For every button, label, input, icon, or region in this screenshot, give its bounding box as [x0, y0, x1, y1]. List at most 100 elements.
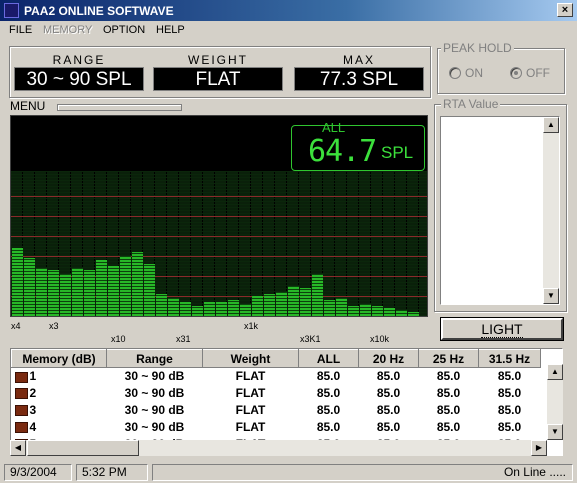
- table-row[interactable]: 3 30 ~ 90 dB FLAT 85.0 85.0 85.0 85.0: [12, 402, 541, 419]
- spectrum-bar: [156, 294, 167, 316]
- spectrum-bar: [216, 302, 227, 316]
- close-button[interactable]: ×: [557, 3, 573, 17]
- column-header-20hz[interactable]: 20 Hz: [358, 349, 419, 368]
- memory-slot-icon: [14, 422, 28, 434]
- scroll-up-icon[interactable]: ▲: [547, 364, 563, 380]
- menu-group-divider: [57, 104, 182, 111]
- cell-all: 85.0: [316, 420, 341, 434]
- freq-label: x10: [111, 334, 126, 344]
- spectrum-bar: [372, 306, 383, 316]
- menu-memory[interactable]: MEMORY: [43, 24, 92, 36]
- column-header-25hz[interactable]: 25 Hz: [418, 349, 479, 368]
- peak-hold-off-radio[interactable]: OFF: [510, 66, 550, 80]
- spectrum-bar: [276, 292, 287, 316]
- table-header: Memory (dB) Range Weight ALL 20 Hz 25 Hz…: [11, 349, 541, 368]
- cell-25hz: 85.0: [436, 420, 461, 434]
- peak-hold-on-radio[interactable]: ON: [449, 66, 483, 80]
- memory-slot: 2: [29, 386, 37, 400]
- table-row[interactable]: 2 30 ~ 90 dB FLAT 85.0 85.0 85.0 85.0: [12, 385, 541, 402]
- table-horizontal-scrollbar[interactable]: ◀ ▶: [10, 440, 547, 456]
- spectrum-bar: [96, 260, 107, 316]
- column-header-memory[interactable]: Memory (dB): [11, 349, 107, 368]
- table-row[interactable]: 4 30 ~ 90 dB FLAT 85.0 85.0 85.0 85.0: [12, 419, 541, 436]
- level-line: [11, 196, 427, 197]
- cell-25hz: 85.0: [436, 386, 461, 400]
- spectrum-bar: [180, 302, 191, 316]
- weight-label: WEIGHT: [188, 53, 248, 67]
- status-time: 5:32 PM: [76, 464, 148, 481]
- title-bar: PAA2 ONLINE SOFTWAVE ×: [0, 0, 577, 21]
- spectrum-display: ALL 64.7 SPL: [10, 115, 428, 317]
- range-label: RANGE: [52, 53, 106, 67]
- level-display-label: ALL: [322, 120, 346, 135]
- column-header-range[interactable]: Range: [106, 349, 203, 368]
- menu-file[interactable]: FILE: [9, 24, 32, 36]
- freq-label: x3K1: [300, 334, 321, 344]
- memory-slot-icon: [14, 388, 28, 400]
- spectrum-bar: [408, 312, 419, 316]
- menu-help[interactable]: HELP: [156, 24, 185, 36]
- cell-weight: FLAT: [235, 420, 266, 434]
- weight-value: FLAT: [153, 67, 283, 91]
- spectrum-bar: [168, 298, 179, 316]
- max-readout: MAX 77.3 SPL: [294, 53, 424, 93]
- cell-weight: FLAT: [235, 403, 266, 417]
- cell-range: 30 ~ 90 dB: [124, 369, 185, 384]
- spectrum-bar: [240, 304, 251, 316]
- spectrum-bar: [24, 258, 35, 316]
- rta-value-list[interactable]: ▲ ▼: [440, 116, 560, 305]
- spectrum-bar: [144, 264, 155, 316]
- peak-hold-on-label: ON: [465, 66, 483, 80]
- cell-all: 85.0: [316, 403, 341, 417]
- scroll-right-icon[interactable]: ▶: [531, 440, 547, 456]
- cell-25hz: 85.0: [436, 403, 461, 417]
- scroll-down-icon[interactable]: ▼: [543, 288, 559, 304]
- table-vertical-scrollbar[interactable]: ▲ ▼: [547, 364, 563, 440]
- cell-31hz: 85.0: [497, 386, 522, 400]
- scroll-thumb[interactable]: [27, 440, 139, 456]
- spectrum-bar: [252, 296, 263, 316]
- menu-bar: FILE MEMORY OPTION HELP: [0, 21, 577, 40]
- spectrum-bar: [384, 308, 395, 316]
- weight-readout: WEIGHT FLAT: [153, 53, 283, 93]
- spectrum-bar: [120, 256, 131, 316]
- rta-title: RTA Value: [441, 97, 501, 111]
- cell-20hz: 85.0: [376, 403, 401, 417]
- cell-weight: FLAT: [235, 369, 266, 384]
- cell-range: 30 ~ 90 dB: [124, 420, 185, 434]
- cell-31hz: 85.0: [497, 369, 522, 384]
- scroll-up-icon[interactable]: ▲: [543, 117, 559, 133]
- cell-20hz: 85.0: [376, 369, 401, 384]
- menu-option[interactable]: OPTION: [103, 24, 145, 36]
- freq-label: x4: [11, 321, 21, 331]
- cell-all: 85.0: [316, 386, 341, 400]
- rta-scrollbar[interactable]: ▲ ▼: [543, 117, 559, 304]
- freq-label: x31: [176, 334, 191, 344]
- cell-range: 30 ~ 90 dB: [124, 403, 185, 417]
- spectrum-bar: [312, 274, 323, 316]
- radio-unchecked-icon: [449, 67, 461, 79]
- level-display-value: 64.7: [308, 134, 377, 169]
- status-bar: 9/3/2004 5:32 PM On Line .....: [0, 462, 577, 483]
- spectrum-bar: [204, 302, 215, 316]
- spectrum-bar: [396, 310, 407, 316]
- memory-slot-icon: [14, 405, 28, 417]
- scroll-down-icon[interactable]: ▼: [547, 424, 563, 440]
- spectrum-bar: [84, 270, 95, 316]
- spectrum-bar: [192, 306, 203, 316]
- cell-31hz: 85.0: [497, 403, 522, 417]
- window-title: PAA2 ONLINE SOFTWAVE: [24, 4, 174, 18]
- table-row[interactable]: 1 30 ~ 90 dB FLAT 85.0 85.0 85.0 85.0: [12, 368, 541, 385]
- column-header-weight[interactable]: Weight: [202, 349, 299, 368]
- column-header-31hz[interactable]: 31.5 Hz: [478, 349, 541, 368]
- spectrum-bar: [48, 270, 59, 316]
- light-button[interactable]: LIGHT: [440, 317, 564, 341]
- memory-slot: 1: [29, 369, 37, 384]
- column-header-all[interactable]: ALL: [298, 349, 359, 368]
- peak-hold-off-label: OFF: [526, 66, 550, 80]
- level-line: [11, 216, 427, 217]
- status-date: 9/3/2004: [4, 464, 72, 481]
- spectrum-bar: [60, 274, 71, 316]
- spectrum-bar: [300, 288, 311, 316]
- scroll-left-icon[interactable]: ◀: [10, 440, 26, 456]
